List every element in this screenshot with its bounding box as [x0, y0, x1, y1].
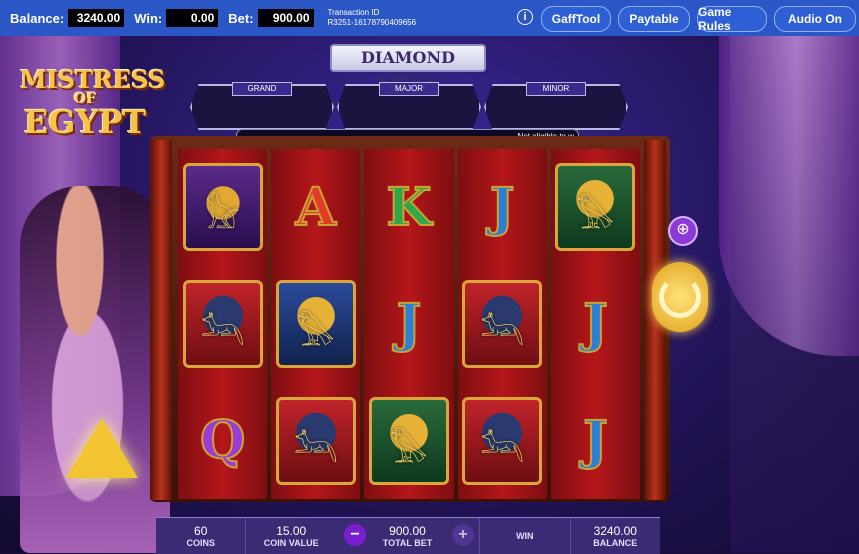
symbol-letter-a: A — [295, 176, 337, 239]
game-logo: MISTRESS OF EGYPT — [20, 65, 166, 141]
reel-symbol: J — [553, 395, 637, 487]
symbol-letter-j: J — [489, 176, 516, 239]
increase-bet-button[interactable]: + — [452, 524, 474, 546]
symbol-anubis-icon: 𓃢 — [462, 279, 543, 368]
transaction-info: Transaction ID R3251-16178790409656 — [328, 8, 417, 28]
reel-symbol: 𓅃 — [274, 278, 358, 370]
game-rules-button[interactable]: Game Rules — [697, 5, 767, 33]
balance-cell: 3240.00 BALANCE — [571, 518, 660, 554]
reel-symbol: Q — [181, 395, 265, 487]
horus-icon: 𓅃 — [390, 431, 428, 470]
jackpot-grand-label: GRAND — [232, 82, 292, 96]
reel-symbol: 𓅃 — [553, 161, 637, 253]
anubis-icon: 𓃢 — [480, 431, 525, 470]
balance-amount: 3240.00 — [593, 524, 637, 538]
win-cell: WIN — [480, 518, 571, 554]
balance-caption: BALANCE — [593, 538, 638, 548]
audio-toggle-button[interactable]: Audio On — [774, 6, 856, 32]
reel-symbol: J — [553, 278, 637, 370]
balance-value: 3240.00 — [68, 9, 125, 27]
symbol-anubis-icon: 𓃢 — [275, 396, 356, 485]
spin-button[interactable] — [652, 262, 708, 332]
symbol-horus-icon: 𓅃 — [368, 396, 449, 485]
symbol-anubis-icon: 𓃢 — [182, 279, 263, 368]
symbol-anubis-icon: 𓃢 — [462, 396, 543, 485]
bet-value: 900.00 — [257, 9, 314, 27]
reel-symbol: K — [367, 161, 451, 253]
left-pillar — [150, 140, 172, 500]
game-scene: MISTRESS OF EGYPT DIAMOND SPINS GRAND MA… — [0, 36, 859, 553]
symbol-letter-j: J — [396, 292, 423, 355]
bastet-icon: 𓃠 — [205, 198, 240, 237]
reel-symbol: 𓃠 — [181, 161, 265, 253]
anubis-icon: 𓃢 — [200, 314, 245, 353]
jackpot-major-label: MAJOR — [379, 82, 439, 96]
coins-cell: 60 COINS — [156, 518, 247, 554]
symbol-letter-j: J — [582, 409, 609, 472]
transaction-label: Transaction ID — [327, 8, 380, 17]
background-palace — [730, 36, 859, 553]
jackpot-minor-label: MINOR — [526, 82, 586, 96]
reel-1: 𓃠 𓃢 Q — [178, 149, 268, 499]
anubis-icon: 𓃢 — [293, 431, 338, 470]
symbol-horus-blue-icon: 𓅃 — [275, 279, 356, 368]
symbol-letter-q: Q — [199, 409, 246, 472]
reel-grid: 𓃠𓃢QA𓅃𓃢KJ𓅃J𓃢𓃢𓅃JJ — [178, 149, 640, 499]
win-value: 0.00 — [166, 9, 219, 27]
symbol-bastet-icon: 𓃠 — [182, 163, 263, 252]
symbol-letter-j: J — [582, 292, 609, 355]
symbol-letter-k: K — [385, 176, 432, 239]
balance-label: Balance: — [10, 10, 65, 26]
reel-symbol: A — [274, 161, 358, 253]
reel-3: KJ 𓅃 — [364, 149, 454, 499]
bet-panel: 60 COINS 15.00 COIN VALUE 900.00 TOTAL B… — [156, 517, 660, 554]
coins-value: 60 — [194, 524, 208, 538]
reel-symbol: 𓃢 — [274, 395, 358, 487]
reel-5: 𓅃 JJ — [550, 149, 640, 499]
paytable-button[interactable]: Paytable — [618, 6, 690, 32]
quick-spin-button[interactable]: ⊕ — [668, 216, 698, 246]
transaction-id: R3251-16178790409656 — [327, 18, 417, 27]
horus-icon: 𓅃 — [576, 198, 615, 237]
cleopatra-character — [20, 186, 170, 553]
win-label: Win: — [134, 10, 163, 26]
reel-symbol: 𓃢 — [181, 278, 265, 370]
reel-symbol: 𓅃 — [367, 395, 451, 487]
gafftool-button[interactable]: GaffTool — [541, 6, 611, 32]
anubis-icon: 𓃢 — [480, 314, 525, 353]
bet-label: Bet: — [228, 10, 254, 26]
coins-caption: COINS — [186, 538, 215, 548]
decrease-bet-button[interactable]: − — [344, 524, 366, 546]
info-icon[interactable]: i — [517, 9, 533, 25]
reel-symbol: 𓃢 — [460, 278, 544, 370]
reel-symbol: 𓃢 — [460, 395, 544, 487]
top-bar: Balance: 3240.00 Win: 0.00 Bet: 900.00 T… — [0, 0, 859, 36]
golden-pyramid — [66, 418, 138, 478]
reel-4: J 𓃢 𓃢 — [457, 149, 547, 499]
coin-value-caption: COIN VALUE — [263, 538, 319, 548]
horus-blue-icon: 𓅃 — [296, 314, 335, 353]
logo-line-3: EGYPT — [23, 103, 147, 141]
coin-value-value: 15.00 — [276, 524, 307, 538]
spin-icon — [659, 276, 701, 318]
reel-symbol: J — [460, 161, 544, 253]
reel-2: A 𓅃 𓃢 — [271, 149, 361, 499]
diamond-spins-banner: DIAMOND SPINS — [330, 44, 486, 91]
symbol-horus-icon: 𓅃 — [555, 163, 636, 252]
reel-symbol: J — [367, 278, 451, 370]
logo-line-1: MISTRESS — [20, 65, 166, 94]
coin-value-cell: 15.00 COIN VALUE — [246, 518, 335, 554]
win-caption: WIN — [516, 531, 534, 541]
